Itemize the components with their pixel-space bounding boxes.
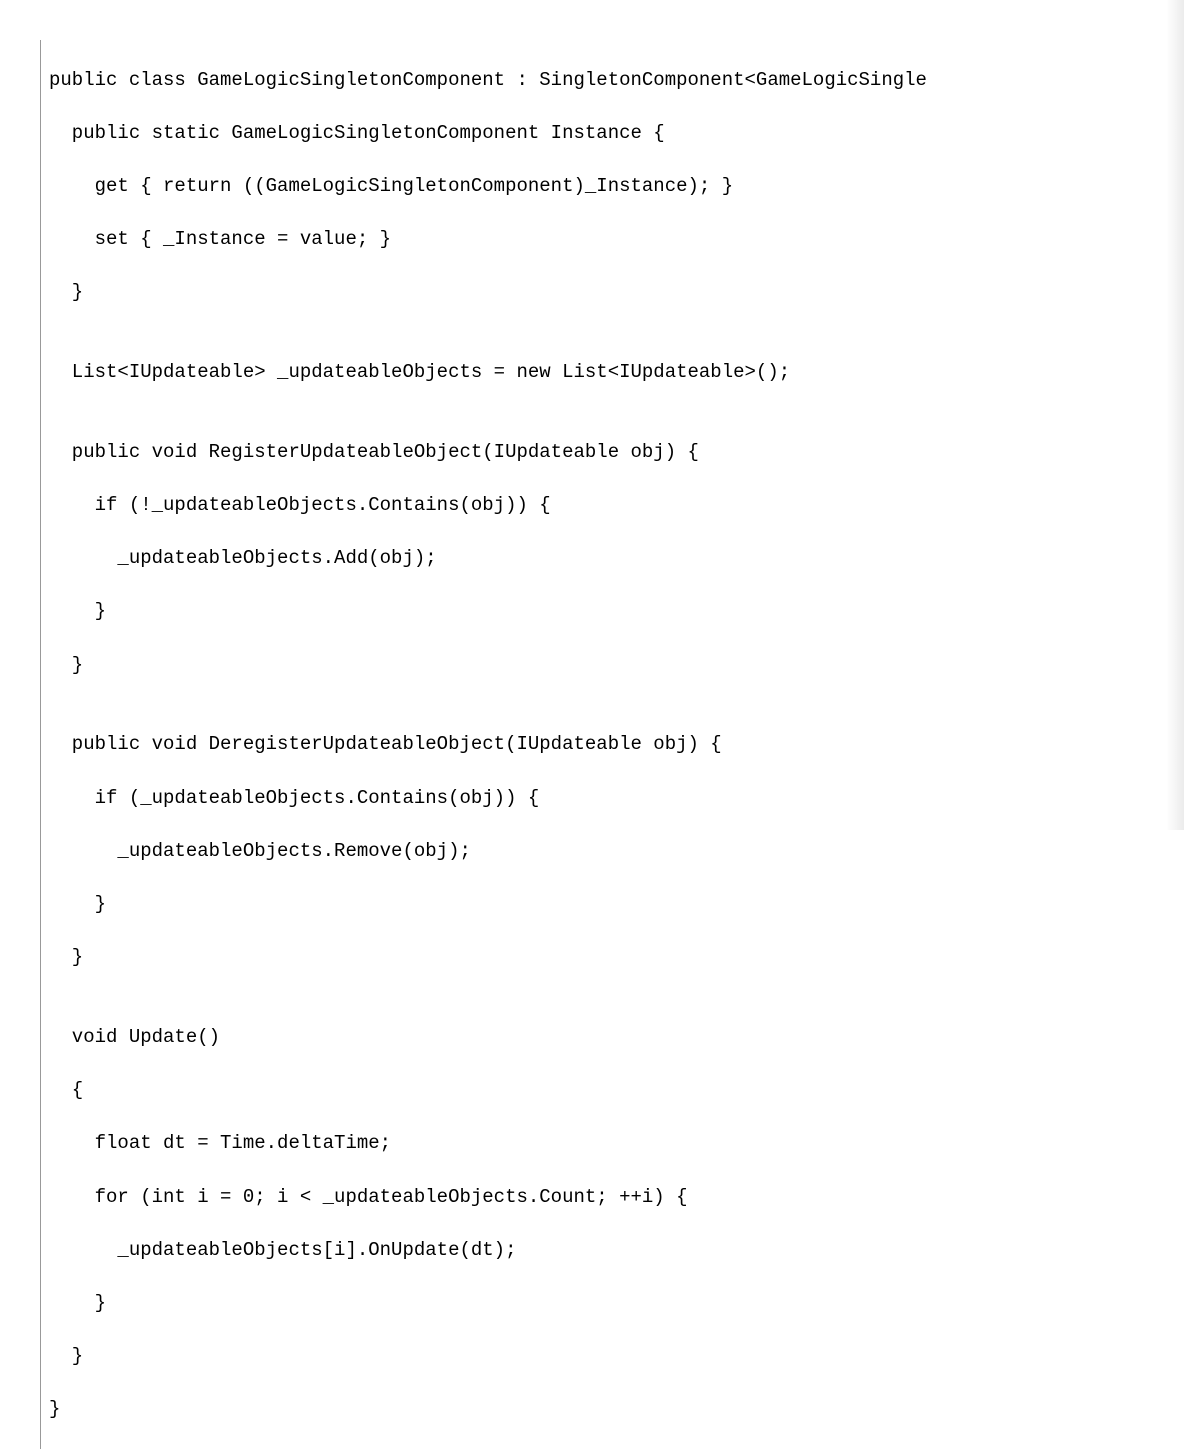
code-line: public void DeregisterUpdateableObject(I… — [49, 731, 1154, 758]
code-line: public class GameLogicSingletonComponent… — [49, 67, 1154, 94]
code-line: } — [49, 652, 1154, 679]
code-line: get { return ((GameLogicSingletonCompone… — [49, 173, 1154, 200]
code-line: void Update() — [49, 1024, 1154, 1051]
code-line: { — [49, 1077, 1154, 1104]
code-line: } — [49, 598, 1154, 625]
code-line: _updateableObjects.Remove(obj); — [49, 838, 1154, 865]
code-line: } — [49, 944, 1154, 971]
code-line: _updateableObjects[i].OnUpdate(dt); — [49, 1237, 1154, 1264]
page-shadow — [1166, 0, 1184, 830]
code-line: List<IUpdateable> _updateableObjects = n… — [49, 359, 1154, 386]
code-line: for (int i = 0; i < _updateableObjects.C… — [49, 1184, 1154, 1211]
code-line: set { _Instance = value; } — [49, 226, 1154, 253]
code-line: } — [49, 1343, 1154, 1370]
code-line: if (!_updateableObjects.Contains(obj)) { — [49, 492, 1154, 519]
code-line: } — [49, 1396, 1154, 1423]
code-line: if (_updateableObjects.Contains(obj)) { — [49, 785, 1154, 812]
code-line: } — [49, 891, 1154, 918]
code-line: } — [49, 279, 1154, 306]
code-line: _updateableObjects.Add(obj); — [49, 545, 1154, 572]
code-line: float dt = Time.deltaTime; — [49, 1130, 1154, 1157]
code-line: public static GameLogicSingletonComponen… — [49, 120, 1154, 147]
code-line: } — [49, 1290, 1154, 1317]
code-block: public class GameLogicSingletonComponent… — [40, 40, 1154, 1449]
code-line: public void RegisterUpdateableObject(IUp… — [49, 439, 1154, 466]
